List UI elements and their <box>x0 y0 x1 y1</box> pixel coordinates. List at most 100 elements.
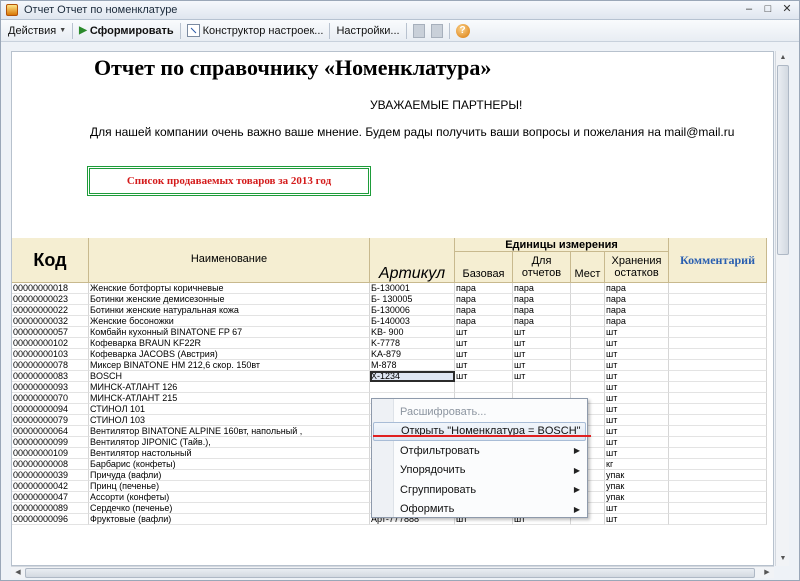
cell-kod[interactable]: 00000000042 <box>12 481 89 492</box>
cell-base-unit[interactable]: шт <box>455 360 513 371</box>
cell-storage-unit[interactable]: шт <box>605 338 669 349</box>
cell-base-unit[interactable]: пара <box>455 283 513 294</box>
table-row[interactable]: 00000000032 Женские босоножки Б-140003 пара… <box>12 316 767 327</box>
cell-name[interactable]: Фруктовые (вафли) <box>89 514 370 525</box>
cell-report-unit[interactable]: шт <box>513 371 571 382</box>
table-row[interactable]: 00000000078 Миксер BINATONE HM 212,6 скор… <box>12 360 767 371</box>
cell-places[interactable] <box>571 294 605 305</box>
cell-report-unit[interactable]: пара <box>513 316 571 327</box>
cell-places[interactable] <box>571 360 605 371</box>
horizontal-scrollbar[interactable]: ◀ ▶ <box>11 566 774 578</box>
cell-name[interactable]: СТИНОЛ 103 <box>89 415 370 426</box>
cell-kod[interactable]: 00000000039 <box>12 470 89 481</box>
cell-storage-unit[interactable]: шт <box>605 349 669 360</box>
cell-name[interactable]: Ассорти (конфеты) <box>89 492 370 503</box>
cell-comment[interactable] <box>669 305 767 316</box>
table-row[interactable]: 00000000093 МИНСК-АТЛАНТ 126 шт <box>12 382 767 393</box>
cell-kod[interactable]: 00000000083 <box>12 371 89 382</box>
cell-kod[interactable]: 00000000018 <box>12 283 89 294</box>
cell-name[interactable]: Барбарис (конфеты) <box>89 459 370 470</box>
cell-comment[interactable] <box>669 294 767 305</box>
cell-storage-unit[interactable]: пара <box>605 316 669 327</box>
vertical-scrollbar[interactable]: ▲ ▼ <box>775 51 789 566</box>
menu-item-sort[interactable]: Упорядочить ▶ <box>373 461 586 480</box>
cell-storage-unit[interactable]: шт <box>605 382 669 393</box>
cell-report-unit[interactable] <box>513 382 571 393</box>
actions-menu-button[interactable]: Действия ▼ <box>5 22 69 40</box>
cell-places[interactable] <box>571 327 605 338</box>
cell-name[interactable]: МИНСК-АТЛАНТ 126 <box>89 382 370 393</box>
menu-item-group[interactable]: Сгруппировать ▶ <box>373 480 586 499</box>
cell-name[interactable]: Комбайн кухонный BINATONE FP 67 <box>89 327 370 338</box>
cell-storage-unit[interactable]: шт <box>605 371 669 382</box>
menu-item-open-bosch[interactable]: Открыть "Номенклатура = BOSCH" <box>373 421 586 441</box>
cell-comment[interactable] <box>669 426 767 437</box>
vertical-scroll-thumb[interactable] <box>777 65 789 255</box>
cell-base-unit[interactable]: шт <box>455 338 513 349</box>
cell-report-unit[interactable]: шт <box>513 338 571 349</box>
cell-report-unit[interactable]: пара <box>513 305 571 316</box>
cell-base-unit[interactable]: шт <box>455 349 513 360</box>
cell-base-unit[interactable] <box>455 382 513 393</box>
menu-item-decode[interactable]: Расшифровать... <box>373 402 586 421</box>
table-row[interactable]: 00000000018 Женские ботфорты коричневые Б-… <box>12 283 767 294</box>
cell-report-unit[interactable]: шт <box>513 360 571 371</box>
cell-name[interactable]: Сердечко (печенье) <box>89 503 370 514</box>
cell-comment[interactable] <box>669 448 767 459</box>
cell-comment[interactable] <box>669 371 767 382</box>
cell-article[interactable] <box>370 382 455 393</box>
cell-base-unit[interactable]: шт <box>455 327 513 338</box>
cell-comment[interactable] <box>669 470 767 481</box>
horizontal-scroll-thumb[interactable] <box>25 568 755 578</box>
cell-article[interactable]: Б- 130005 <box>370 294 455 305</box>
cell-name[interactable]: СТИНОЛ 101 <box>89 404 370 415</box>
cell-article[interactable]: KB- 900 <box>370 327 455 338</box>
scroll-up-icon[interactable]: ▲ <box>777 52 789 64</box>
cell-report-unit[interactable]: пара <box>513 294 571 305</box>
cell-base-unit[interactable]: пара <box>455 305 513 316</box>
help-button[interactable]: ? <box>453 22 473 40</box>
maximize-icon[interactable]: □ <box>760 3 776 17</box>
cell-name[interactable]: Принц (печенье) <box>89 481 370 492</box>
cell-places[interactable] <box>571 283 605 294</box>
cell-kod[interactable]: 00000000032 <box>12 316 89 327</box>
cell-name[interactable]: Вентилятор JIPONIC (Тайв.), <box>89 437 370 448</box>
cell-kod[interactable]: 00000000109 <box>12 448 89 459</box>
cell-storage-unit[interactable]: упак <box>605 470 669 481</box>
cell-kod[interactable]: 00000000070 <box>12 393 89 404</box>
cell-kod[interactable]: 00000000022 <box>12 305 89 316</box>
cell-comment[interactable] <box>669 437 767 448</box>
cell-storage-unit[interactable]: шт <box>605 360 669 371</box>
cell-base-unit[interactable]: пара <box>455 294 513 305</box>
cell-storage-unit[interactable]: шт <box>605 415 669 426</box>
cell-comment[interactable] <box>669 393 767 404</box>
cell-storage-unit[interactable]: шт <box>605 503 669 514</box>
cell-kod[interactable]: 00000000047 <box>12 492 89 503</box>
cell-comment[interactable] <box>669 503 767 514</box>
cell-article[interactable]: M-878 <box>370 360 455 371</box>
cell-kod[interactable]: 00000000102 <box>12 338 89 349</box>
cell-storage-unit[interactable]: кг <box>605 459 669 470</box>
cell-comment[interactable] <box>669 327 767 338</box>
menu-item-format[interactable]: Оформить ▶ <box>373 500 586 519</box>
cell-storage-unit[interactable]: шт <box>605 393 669 404</box>
cell-comment[interactable] <box>669 338 767 349</box>
cell-comment[interactable] <box>669 481 767 492</box>
settings-constructor-button[interactable]: Конструктор настроек... <box>184 22 327 40</box>
cell-comment[interactable] <box>669 349 767 360</box>
cell-article[interactable]: K-7778 <box>370 338 455 349</box>
cell-name[interactable]: Кофеварка JACOBS (Австрия) <box>89 349 370 360</box>
cell-kod[interactable]: 00000000089 <box>12 503 89 514</box>
cell-name[interactable]: Вентилятор настольный <box>89 448 370 459</box>
cell-name[interactable]: Женские ботфорты коричневые <box>89 283 370 294</box>
cell-places[interactable] <box>571 382 605 393</box>
cell-storage-unit[interactable]: шт <box>605 437 669 448</box>
cell-kod[interactable]: 00000000008 <box>12 459 89 470</box>
cell-kod[interactable]: 00000000094 <box>12 404 89 415</box>
cell-base-unit[interactable]: пара <box>455 316 513 327</box>
table-row[interactable]: 00000000103 Кофеварка JACOBS (Австрия) KA-… <box>12 349 767 360</box>
cell-comment[interactable] <box>669 283 767 294</box>
cell-storage-unit[interactable]: шт <box>605 514 669 525</box>
table-row[interactable]: 00000000083 BOSCH X-1234 шт шт шт <box>12 371 767 382</box>
table-row[interactable]: 00000000102 Кофеварка BRAUN KF22R K-7778 шт… <box>12 338 767 349</box>
